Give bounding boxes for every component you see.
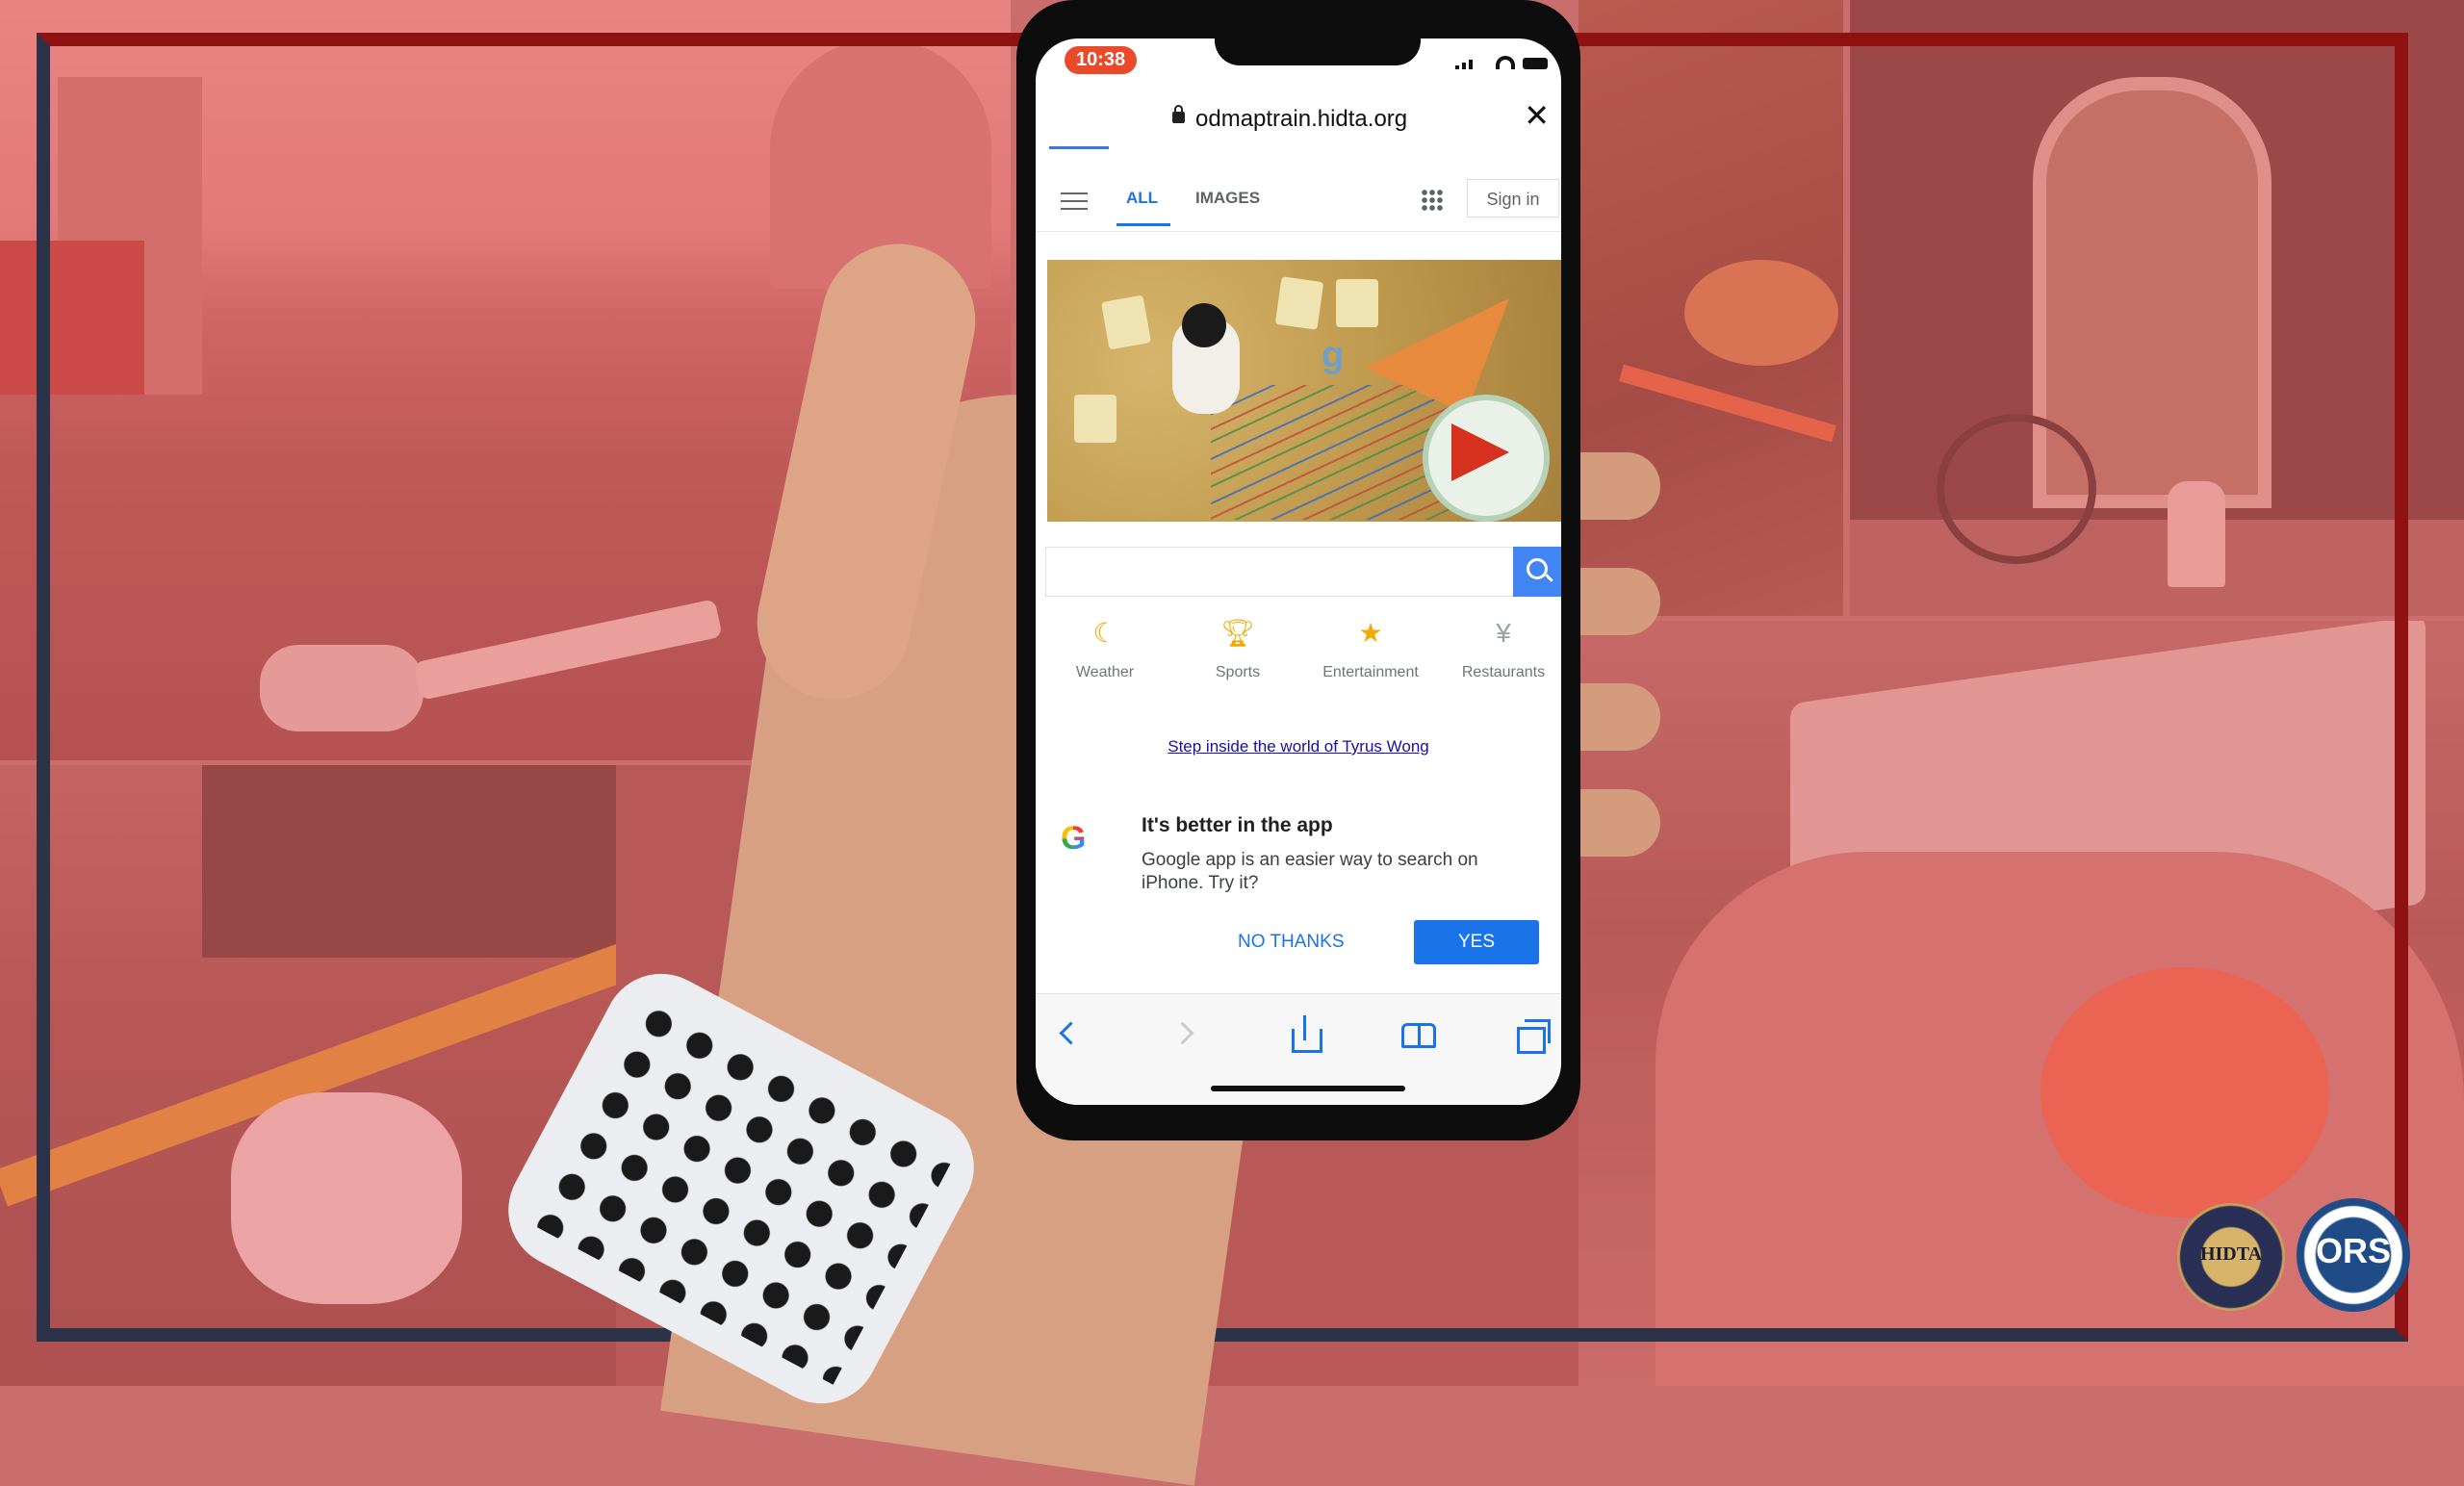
status-time: 10:38 <box>1065 46 1138 74</box>
apps-grid-icon[interactable] <box>1421 189 1444 212</box>
page-load-progress <box>1049 146 1109 149</box>
tab-images[interactable]: IMAGES <box>1195 189 1260 208</box>
google-doodle[interactable]: g <box>1047 260 1561 522</box>
category-sports[interactable]: 🏆︎ Sports <box>1180 616 1296 681</box>
phone-screen: 10:38 odmaptrain.hidta.org ✕ ALL IMAGES … <box>1036 38 1561 1105</box>
category-shortcuts: ☾ Weather 🏆︎ Sports ★ Entertainment ¥ Re… <box>1036 616 1561 703</box>
close-icon[interactable]: ✕ <box>1524 100 1550 131</box>
promo-title: It's better in the app <box>1142 814 1333 836</box>
doodle-link[interactable]: Step inside the world of Tyrus Wong <box>1036 737 1561 756</box>
hidta-seal-logo: HIDTA <box>2177 1203 2285 1311</box>
phone: 10:38 odmaptrain.hidta.org ✕ ALL IMAGES … <box>1016 0 1580 1140</box>
search-input[interactable] <box>1045 547 1515 597</box>
tab-all[interactable]: ALL <box>1126 189 1158 208</box>
trophy-icon: 🏆︎ <box>1220 618 1255 648</box>
menu-icon[interactable] <box>1061 192 1088 210</box>
back-icon[interactable] <box>1055 1015 1093 1054</box>
google-nav: ALL IMAGES Sign in <box>1036 164 1561 232</box>
no-thanks-button[interactable]: NO THANKS <box>1238 932 1345 953</box>
fork-knife-icon: ¥ <box>1496 618 1511 648</box>
url-text[interactable]: odmaptrain.hidta.org <box>1195 106 1407 133</box>
battery-icon <box>1523 58 1548 69</box>
phone-notch <box>1215 38 1421 65</box>
tabs-icon[interactable] <box>1517 1015 1555 1054</box>
ors-seal-logo: ORS <box>2297 1198 2410 1312</box>
category-restaurants[interactable]: ¥ Restaurants <box>1446 616 1561 681</box>
lock-icon <box>1172 105 1185 123</box>
url-bar[interactable]: odmaptrain.hidta.org ✕ <box>1036 92 1561 154</box>
forward-icon[interactable] <box>1170 1015 1209 1054</box>
google-g-icon: G <box>1061 820 1087 857</box>
yes-button[interactable]: YES <box>1414 920 1539 964</box>
wifi-icon <box>1496 56 1515 69</box>
promo-body: Google app is an easier way to search on… <box>1142 850 1478 893</box>
search-icon <box>1527 558 1548 579</box>
search-button[interactable] <box>1513 547 1561 597</box>
star-icon: ★ <box>1358 618 1383 648</box>
home-indicator[interactable] <box>1211 1086 1405 1091</box>
bookmarks-icon[interactable] <box>1401 1015 1440 1054</box>
share-icon[interactable] <box>1288 1015 1326 1054</box>
sign-in-button[interactable]: Sign in <box>1467 179 1559 218</box>
category-entertainment[interactable]: ★ Entertainment <box>1313 616 1428 681</box>
category-weather[interactable]: ☾ Weather <box>1047 616 1163 681</box>
moon-icon: ☾ <box>1092 618 1117 648</box>
tab-all-indicator <box>1116 223 1170 226</box>
